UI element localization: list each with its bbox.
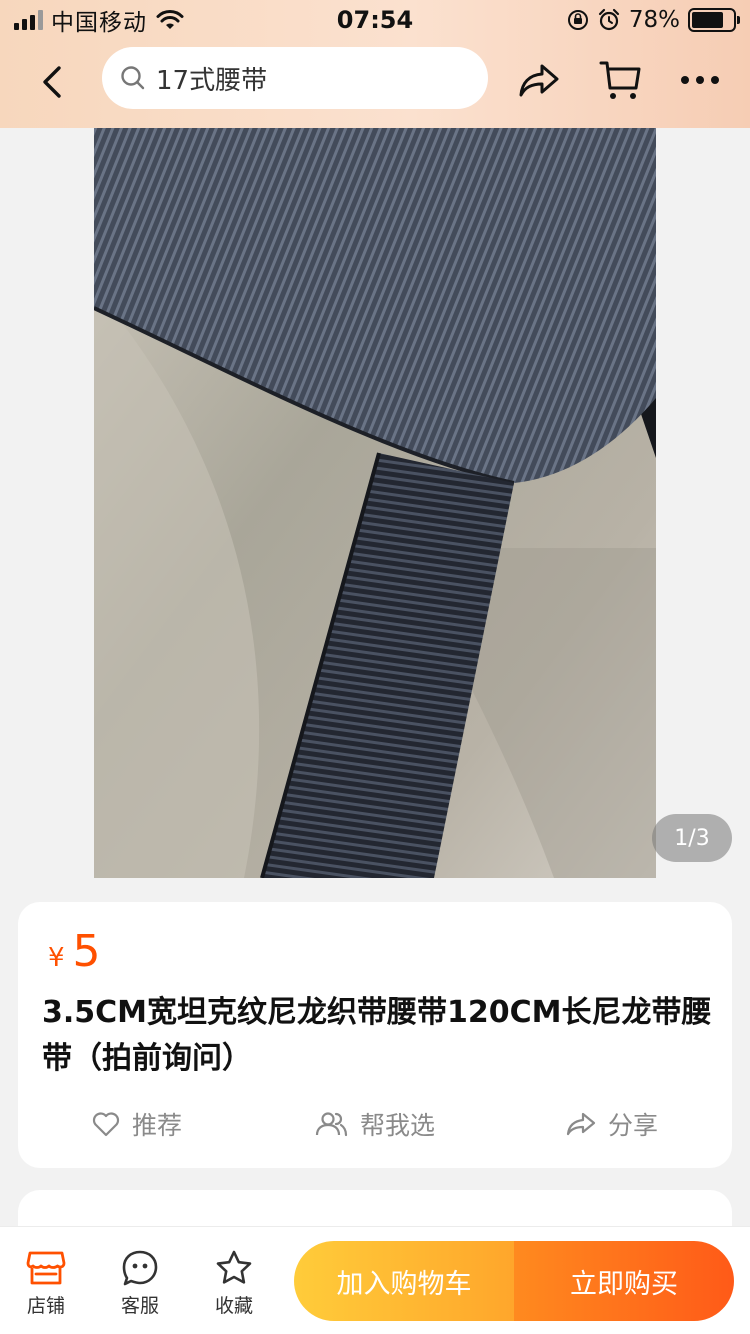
header: 中国移动 07:54 78% (0, 0, 750, 128)
status-bar: 中国移动 07:54 78% (0, 0, 750, 40)
bottom-action-bar: 店铺 客服 收藏 加入购物车 立即购买 (0, 1226, 750, 1334)
share-icon (519, 64, 559, 97)
share-label: 分享 (608, 1111, 659, 1140)
battery-percent: 78% (628, 7, 680, 33)
more-button[interactable] (676, 56, 724, 104)
share-product-button[interactable]: 分享 (566, 1102, 658, 1146)
store-tab[interactable]: 店铺 (10, 1249, 82, 1321)
alarm-icon (598, 8, 619, 31)
product-gallery[interactable]: 1/3 (0, 128, 750, 878)
search-input[interactable] (156, 63, 456, 93)
service-icon (122, 1250, 158, 1286)
star-icon (216, 1250, 252, 1284)
recommend-label: 推荐 (132, 1111, 183, 1140)
search-icon (121, 66, 145, 90)
help-me-choose-button[interactable]: 帮我选 (314, 1102, 435, 1146)
product-info-card: ¥ 5 3.5CM宽坦克纹尼龙织带腰带120CM长尼龙带腰带（拍前询问） 推荐 … (18, 902, 732, 1168)
rotation-lock-icon (567, 10, 588, 30)
back-icon (43, 66, 61, 98)
favorite-label: 收藏 (214, 1295, 253, 1317)
image-page-indicator: 1/3 (652, 814, 732, 862)
cart-button[interactable] (596, 56, 644, 104)
nav-bar (0, 44, 750, 120)
help-me-choose-label: 帮我选 (360, 1111, 436, 1140)
store-label: 店铺 (26, 1295, 65, 1317)
battery-icon (688, 8, 740, 32)
people-icon (315, 1112, 348, 1137)
cart-icon (599, 61, 641, 99)
price: ¥ 5 (48, 926, 101, 977)
heart-icon (92, 1112, 120, 1137)
customer-service-tab[interactable]: 客服 (104, 1249, 176, 1321)
currency-symbol: ¥ (48, 943, 65, 973)
buy-now-button[interactable]: 立即购买 (514, 1241, 734, 1321)
recommend-button[interactable]: 推荐 (92, 1102, 182, 1146)
customer-service-label: 客服 (120, 1295, 159, 1317)
back-button[interactable] (28, 58, 76, 106)
product-photo[interactable] (94, 128, 656, 878)
share-icon (566, 1112, 596, 1136)
product-actions: 推荐 帮我选 分享 (18, 1102, 732, 1146)
product-title: 3.5CM宽坦克纹尼龙织带腰带120CM长尼龙带腰带（拍前询问） (42, 995, 712, 1076)
battery-fill (692, 12, 724, 28)
favorite-tab[interactable]: 收藏 (198, 1249, 270, 1321)
store-icon (26, 1251, 66, 1285)
add-to-cart-button[interactable]: 加入购物车 (294, 1241, 514, 1321)
more-icon (681, 76, 719, 84)
price-value: 5 (72, 926, 101, 977)
share-button[interactable] (515, 56, 563, 104)
search-box[interactable] (102, 47, 488, 109)
status-right: 78% (567, 6, 740, 34)
